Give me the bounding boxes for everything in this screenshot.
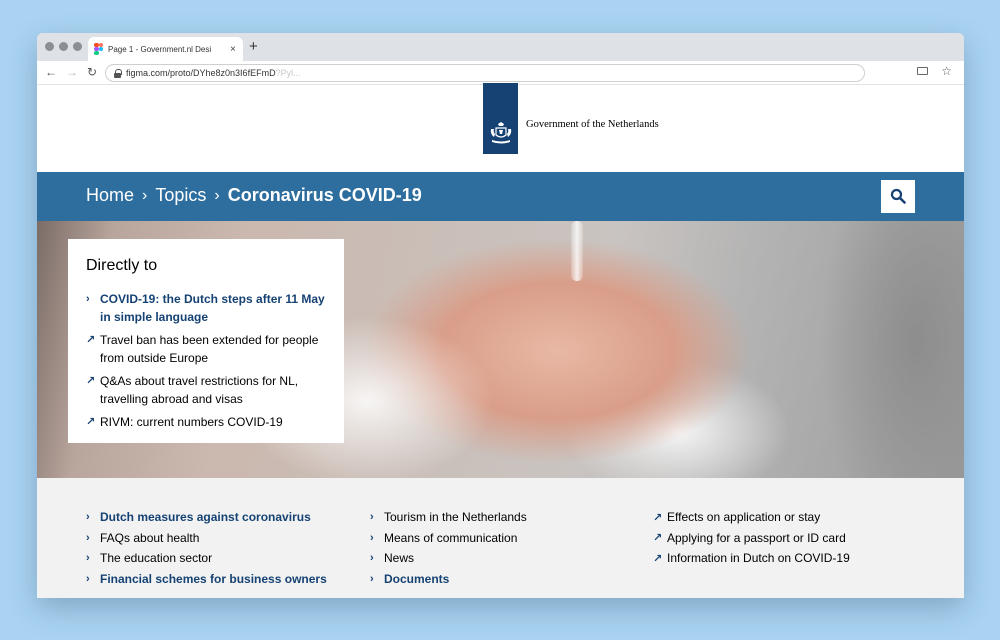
figma-icon-part	[94, 51, 99, 55]
figma-icon-part	[99, 51, 104, 55]
reload-button[interactable]: ↻	[87, 65, 97, 79]
window-controls	[45, 42, 82, 51]
directly-to-panel: Directly to › COVID-19: the Dutch steps a…	[68, 239, 344, 443]
topic-link-label: Means of communication	[384, 530, 518, 545]
chevron-right-icon: ›	[86, 293, 90, 305]
panel-link[interactable]: › COVID-19: the Dutch steps after 11 May …	[86, 290, 326, 326]
url-text: figma.com/proto/DYhe8z0n3I6fEFmD	[126, 68, 276, 78]
close-window-button[interactable]	[45, 42, 54, 51]
panel-title: Directly to	[86, 257, 158, 274]
topic-link-label: Effects on application or stay	[667, 510, 821, 525]
topic-link-label: The education sector	[100, 551, 213, 566]
breadcrumb-home[interactable]: Home	[86, 185, 134, 206]
chevron-right-icon: ›	[86, 531, 90, 544]
panel-link-label: RIVM: current numbers COVID-19	[100, 415, 283, 429]
topic-link-label: FAQs about health	[100, 530, 200, 545]
panel-link-label: COVID-19: the Dutch steps after 11 May i…	[100, 292, 325, 324]
maximize-window-button[interactable]	[73, 42, 82, 51]
cast-icon[interactable]	[917, 67, 928, 75]
external-link-icon: ↗	[653, 552, 663, 565]
chevron-right-icon: ›	[370, 511, 374, 524]
breadcrumb: Home › Topics › Coronavirus COVID-19	[86, 185, 422, 206]
url-text-faded: ?Pyl...	[275, 68, 301, 78]
chevron-right-icon: ›	[142, 186, 148, 204]
hero-image: Directly to › COVID-19: the Dutch steps a…	[37, 221, 964, 478]
figma-icon	[94, 43, 103, 55]
topic-link-label: Applying for a passport or ID card	[667, 530, 846, 545]
tab-close-icon[interactable]: ×	[230, 44, 236, 55]
chevron-right-icon: ›	[86, 511, 90, 524]
chevron-right-icon: ›	[214, 186, 220, 204]
chevron-right-icon: ›	[86, 572, 90, 585]
topic-link[interactable]: › FAQs about health	[86, 528, 327, 549]
link-column-3: ↗ Effects on application or stay ↗ Applying…	[653, 507, 850, 569]
address-bar[interactable]: figma.com/proto/DYhe8z0n3I6fEFmD ?Pyl...	[105, 64, 865, 82]
bookmark-star-icon[interactable]: ☆	[941, 64, 952, 78]
panel-link[interactable]: ↗ Q&As about travel restrictions for NL, …	[86, 372, 326, 408]
topic-link[interactable]: › The education sector	[86, 548, 327, 569]
chevron-right-icon: ›	[370, 572, 374, 585]
topic-link[interactable]: › Means of communication	[370, 528, 527, 549]
topic-link[interactable]: ↗ Information in Dutch on COVID-19	[653, 548, 850, 569]
search-icon	[890, 188, 906, 204]
link-column-2: › Tourism in the Netherlands › Means of com…	[370, 507, 527, 589]
lock-icon	[114, 69, 122, 78]
chevron-right-icon: ›	[370, 531, 374, 544]
topic-link[interactable]: › Dutch measures against coronavirus	[86, 507, 327, 528]
breadcrumb-current: Coronavirus COVID-19	[227, 185, 422, 205]
external-link-icon: ↗	[653, 532, 663, 545]
search-button[interactable]	[881, 180, 915, 213]
topic-link-label: News	[384, 551, 415, 566]
external-link-icon: ↗	[86, 375, 96, 387]
minimize-window-button[interactable]	[59, 42, 68, 51]
breadcrumb-bar: Home › Topics › Coronavirus COVID-19	[37, 172, 964, 221]
back-button[interactable]: ←	[45, 65, 57, 79]
panel-link[interactable]: ↗ Travel ban has been extended for people…	[86, 331, 326, 367]
tab-title: Page 1 - Government.nl Desi	[108, 44, 212, 54]
topic-link[interactable]: ↗ Effects on application or stay	[653, 507, 850, 528]
browser-tab[interactable]: Page 1 - Government.nl Desi ×	[88, 37, 243, 61]
topic-link[interactable]: › Documents	[370, 569, 527, 590]
new-tab-button[interactable]: +	[249, 38, 258, 56]
panel-link-list: › COVID-19: the Dutch steps after 11 May …	[86, 290, 326, 432]
link-column-1: › Dutch measures against coronavirus › FAQs…	[86, 507, 327, 589]
water-stream	[571, 221, 583, 281]
chevron-right-icon: ›	[86, 552, 90, 565]
browser-toolbar: ← → ↻ figma.com/proto/DYhe8z0n3I6fEFmD ?…	[37, 61, 964, 85]
chevron-right-icon: ›	[370, 552, 374, 565]
government-logo[interactable]	[483, 83, 518, 154]
external-link-icon: ↗	[86, 334, 96, 346]
browser-window: Page 1 - Government.nl Desi × + ← → ↻ fi…	[37, 33, 964, 598]
topic-link[interactable]: › Financial schemes for business owners	[86, 569, 327, 590]
topic-link-label: Tourism in the Netherlands	[384, 510, 527, 525]
tab-bar: Page 1 - Government.nl Desi × +	[37, 33, 964, 61]
topic-link[interactable]: › News	[370, 548, 527, 569]
panel-link-label: Travel ban has been extended for people …	[100, 333, 319, 365]
topic-link[interactable]: › Tourism in the Netherlands	[370, 507, 527, 528]
forward-button[interactable]: →	[66, 65, 78, 79]
topic-links: › Dutch measures against coronavirus › FAQs…	[37, 478, 964, 598]
topic-link-label: Dutch measures against coronavirus	[100, 510, 311, 525]
coat-of-arms-icon	[490, 122, 511, 144]
site-header: Government of the Netherlands	[37, 83, 964, 172]
panel-link[interactable]: ↗ RIVM: current numbers COVID-19	[86, 413, 326, 432]
external-link-icon: ↗	[86, 416, 96, 428]
topic-link-label: Information in Dutch on COVID-19	[667, 551, 850, 566]
topic-link-label: Financial schemes for business owners	[100, 571, 327, 586]
topic-link-label: Documents	[384, 571, 450, 586]
topic-link[interactable]: ↗ Applying for a passport or ID card	[653, 528, 850, 549]
panel-link-label: Q&As about travel restrictions for NL, t…	[100, 374, 299, 406]
site-title[interactable]: Government of the Netherlands	[526, 119, 659, 130]
external-link-icon: ↗	[653, 511, 663, 524]
breadcrumb-topics[interactable]: Topics	[155, 185, 206, 206]
